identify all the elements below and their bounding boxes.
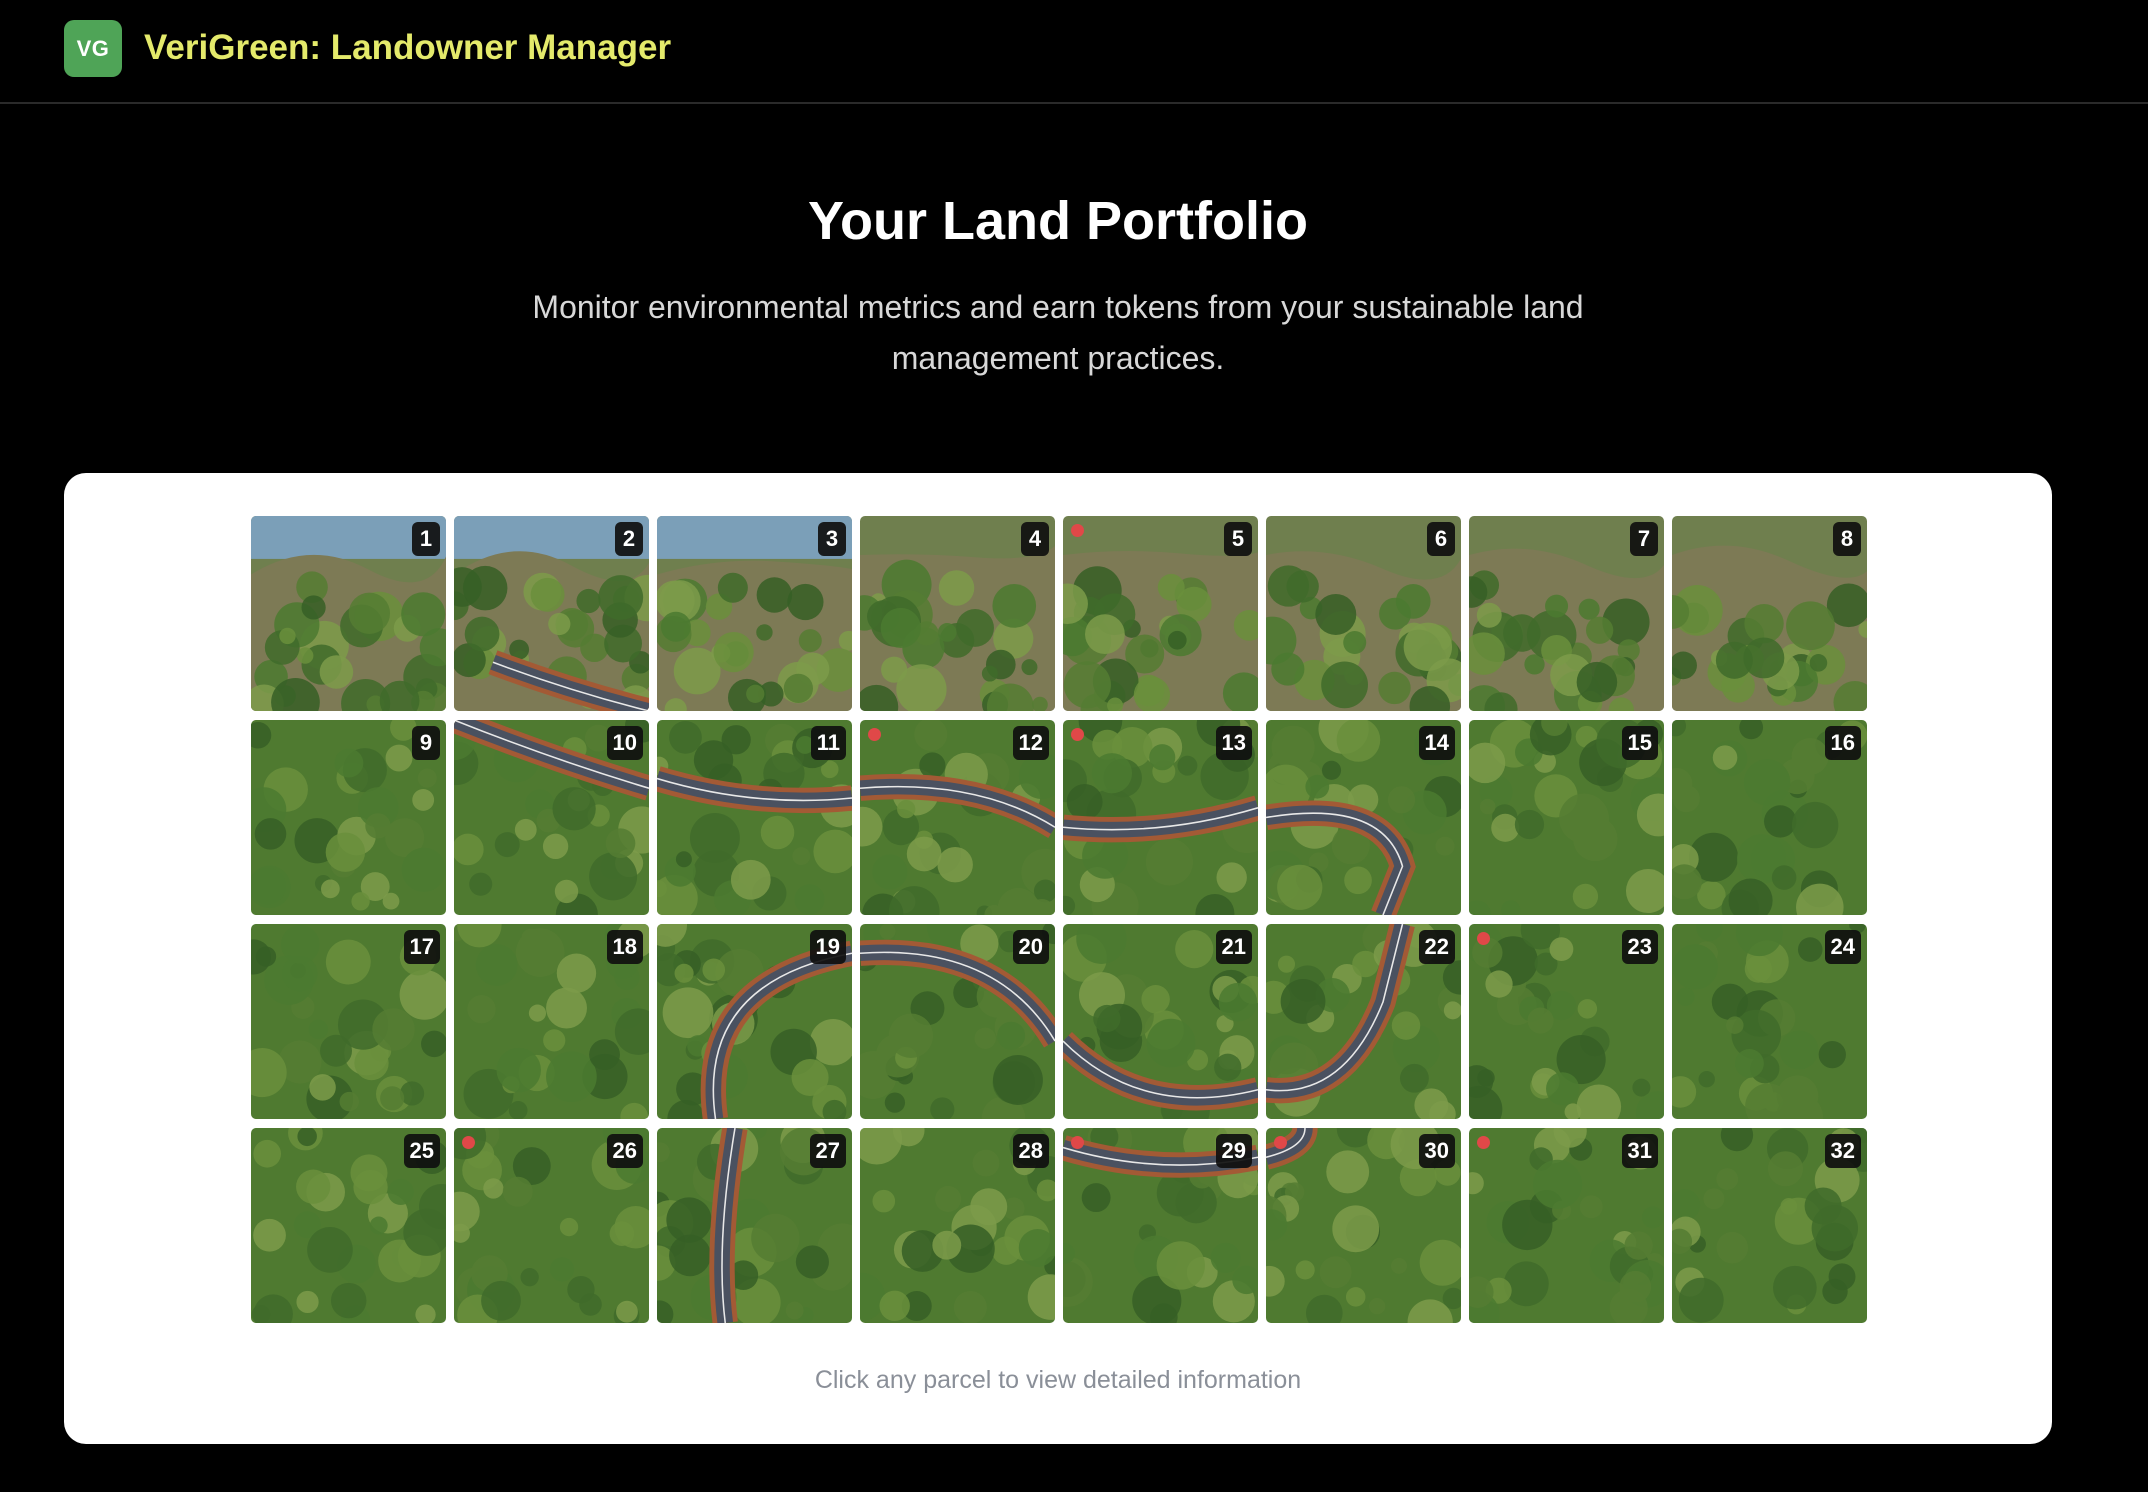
parcel-tile[interactable]: 18 xyxy=(454,924,649,1119)
alert-indicator-icon xyxy=(1071,524,1084,537)
parcel-number-badge: 7 xyxy=(1630,522,1658,556)
parcel-number-badge: 10 xyxy=(606,726,643,760)
parcel-number-badge: 16 xyxy=(1824,726,1861,760)
parcel-tile[interactable]: 20 xyxy=(860,924,1055,1119)
parcel-tile[interactable]: 28 xyxy=(860,1128,1055,1323)
parcel-tile[interactable]: 11 xyxy=(657,720,852,915)
parcel-number-badge: 5 xyxy=(1224,522,1252,556)
parcel-tile[interactable]: 19 xyxy=(657,924,852,1119)
parcel-tile[interactable]: 12 xyxy=(860,720,1055,915)
alert-indicator-icon xyxy=(1071,728,1084,741)
parcel-number-badge: 11 xyxy=(810,726,846,760)
parcel-tile[interactable]: 6 xyxy=(1266,516,1461,711)
parcel-tile[interactable]: 10 xyxy=(454,720,649,915)
parcel-number-badge: 18 xyxy=(606,930,643,964)
parcel-tile[interactable]: 22 xyxy=(1266,924,1461,1119)
parcel-tile[interactable]: 4 xyxy=(860,516,1055,711)
parcel-number-badge: 3 xyxy=(818,522,846,556)
parcel-number-badge: 26 xyxy=(606,1134,643,1168)
parcel-tile[interactable]: 27 xyxy=(657,1128,852,1323)
parcel-number-badge: 24 xyxy=(1824,930,1861,964)
parcel-number-badge: 25 xyxy=(403,1134,440,1168)
parcel-number-badge: 19 xyxy=(809,930,846,964)
alert-indicator-icon xyxy=(868,728,881,741)
parcel-number-badge: 17 xyxy=(403,930,440,964)
parcel-number-badge: 32 xyxy=(1824,1134,1861,1168)
parcel-tile[interactable]: 21 xyxy=(1063,924,1258,1119)
parcel-number-badge: 30 xyxy=(1418,1134,1455,1168)
parcel-tile[interactable]: 2 xyxy=(454,516,649,711)
parcel-number-badge: 29 xyxy=(1215,1134,1252,1168)
alert-indicator-icon xyxy=(1477,932,1490,945)
parcel-tile[interactable]: 25 xyxy=(251,1128,446,1323)
parcel-number-badge: 31 xyxy=(1621,1134,1658,1168)
parcel-tile[interactable]: 32 xyxy=(1672,1128,1867,1323)
parcel-number-badge: 9 xyxy=(412,726,440,760)
parcel-tile[interactable]: 5 xyxy=(1063,516,1258,711)
app-logo[interactable]: VG xyxy=(64,20,122,77)
parcel-grid: 1 2 3 4 5 6 7 8 9 10 11 12 13 14 15 16 17 18 19 20 21 22 23 24 2… xyxy=(251,516,1867,1324)
parcel-tile[interactable]: 31 xyxy=(1469,1128,1664,1323)
parcel-tile[interactable]: 24 xyxy=(1672,924,1867,1119)
parcel-number-badge: 14 xyxy=(1418,726,1455,760)
parcel-number-badge: 2 xyxy=(615,522,643,556)
parcel-tile[interactable]: 13 xyxy=(1063,720,1258,915)
parcel-number-badge: 21 xyxy=(1215,930,1252,964)
page-subtitle: Monitor environmental metrics and earn t… xyxy=(532,289,1584,376)
app-title: VeriGreen: Landowner Manager xyxy=(144,28,672,67)
parcel-number-badge: 12 xyxy=(1012,726,1049,760)
parcel-number-badge: 13 xyxy=(1215,726,1252,760)
parcel-number-badge: 20 xyxy=(1012,930,1049,964)
parcel-tile[interactable]: 29 xyxy=(1063,1128,1258,1323)
parcel-tile[interactable]: 7 xyxy=(1469,516,1664,711)
parcel-number-badge: 8 xyxy=(1833,522,1861,556)
parcel-tile[interactable]: 9 xyxy=(251,720,446,915)
parcel-tile[interactable]: 15 xyxy=(1469,720,1664,915)
parcel-number-badge: 1 xyxy=(412,522,440,556)
parcel-number-badge: 15 xyxy=(1621,726,1658,760)
parcel-tile[interactable]: 16 xyxy=(1672,720,1867,915)
alert-indicator-icon xyxy=(1477,1136,1490,1149)
parcel-number-badge: 27 xyxy=(809,1134,846,1168)
parcel-tile[interactable]: 26 xyxy=(454,1128,649,1323)
parcel-tile[interactable]: 17 xyxy=(251,924,446,1119)
parcel-number-badge: 28 xyxy=(1012,1134,1049,1168)
alert-indicator-icon xyxy=(462,1136,475,1149)
parcel-tile[interactable]: 3 xyxy=(657,516,852,711)
top-bar: VG VeriGreen: Landowner Manager xyxy=(0,0,2148,104)
parcel-tile[interactable]: 30 xyxy=(1266,1128,1461,1323)
alert-indicator-icon xyxy=(1071,1136,1084,1149)
parcel-number-badge: 4 xyxy=(1021,522,1049,556)
parcel-hint: Click any parcel to view detailed inform… xyxy=(814,1366,1302,1394)
parcel-number-badge: 22 xyxy=(1418,930,1455,964)
parcel-tile[interactable]: 8 xyxy=(1672,516,1867,711)
parcel-tile[interactable]: 23 xyxy=(1469,924,1664,1119)
parcel-tile[interactable]: 1 xyxy=(251,516,446,711)
page-title: Your Land Portfolio xyxy=(808,191,1308,251)
parcel-tile[interactable]: 14 xyxy=(1266,720,1461,915)
parcel-number-badge: 6 xyxy=(1427,522,1455,556)
alert-indicator-icon xyxy=(1274,1136,1287,1149)
parcel-number-badge: 23 xyxy=(1621,930,1658,964)
